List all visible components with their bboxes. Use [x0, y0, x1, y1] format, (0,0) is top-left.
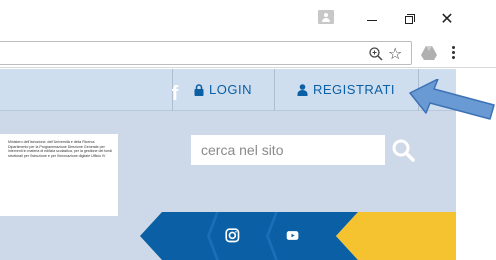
login-label: LOGIN: [209, 82, 252, 97]
annotation-arrow-icon: [409, 79, 495, 120]
search-input[interactable]: [191, 135, 385, 165]
menu-icon[interactable]: [452, 46, 456, 62]
profile-icon[interactable]: [318, 10, 334, 24]
nav-divider: [274, 69, 275, 111]
ministry-text: Ministero dell'Istruzione, dell'Universi…: [8, 140, 113, 158]
register-link[interactable]: REGISTRATI: [297, 82, 395, 97]
browser-titlebar: ✕: [0, 0, 496, 38]
browser-toolbar: ☆: [0, 38, 496, 68]
ministry-logo-card[interactable]: Ministero dell'Istruzione, dell'Universi…: [0, 134, 118, 216]
address-bar[interactable]: ☆: [0, 41, 412, 65]
instagram-icon[interactable]: [225, 228, 243, 246]
drive-icon[interactable]: [421, 46, 437, 60]
zoom-icon[interactable]: [368, 46, 384, 62]
register-label: REGISTRATI: [313, 82, 396, 97]
lock-icon: [194, 83, 204, 96]
user-icon: [297, 83, 308, 96]
facebook-icon[interactable]: f: [164, 83, 186, 105]
minimize-icon[interactable]: [365, 12, 379, 26]
top-nav: LOGIN REGISTRATI: [0, 69, 456, 111]
login-link[interactable]: LOGIN: [194, 82, 252, 97]
close-icon[interactable]: ✕: [440, 11, 454, 27]
star-icon[interactable]: ☆: [388, 44, 402, 63]
restore-icon[interactable]: [403, 12, 417, 26]
youtube-icon[interactable]: [285, 229, 303, 245]
site-header: LOGIN REGISTRATI Ministero dell'Istruzio…: [0, 69, 456, 260]
search-icon[interactable]: [390, 137, 416, 163]
